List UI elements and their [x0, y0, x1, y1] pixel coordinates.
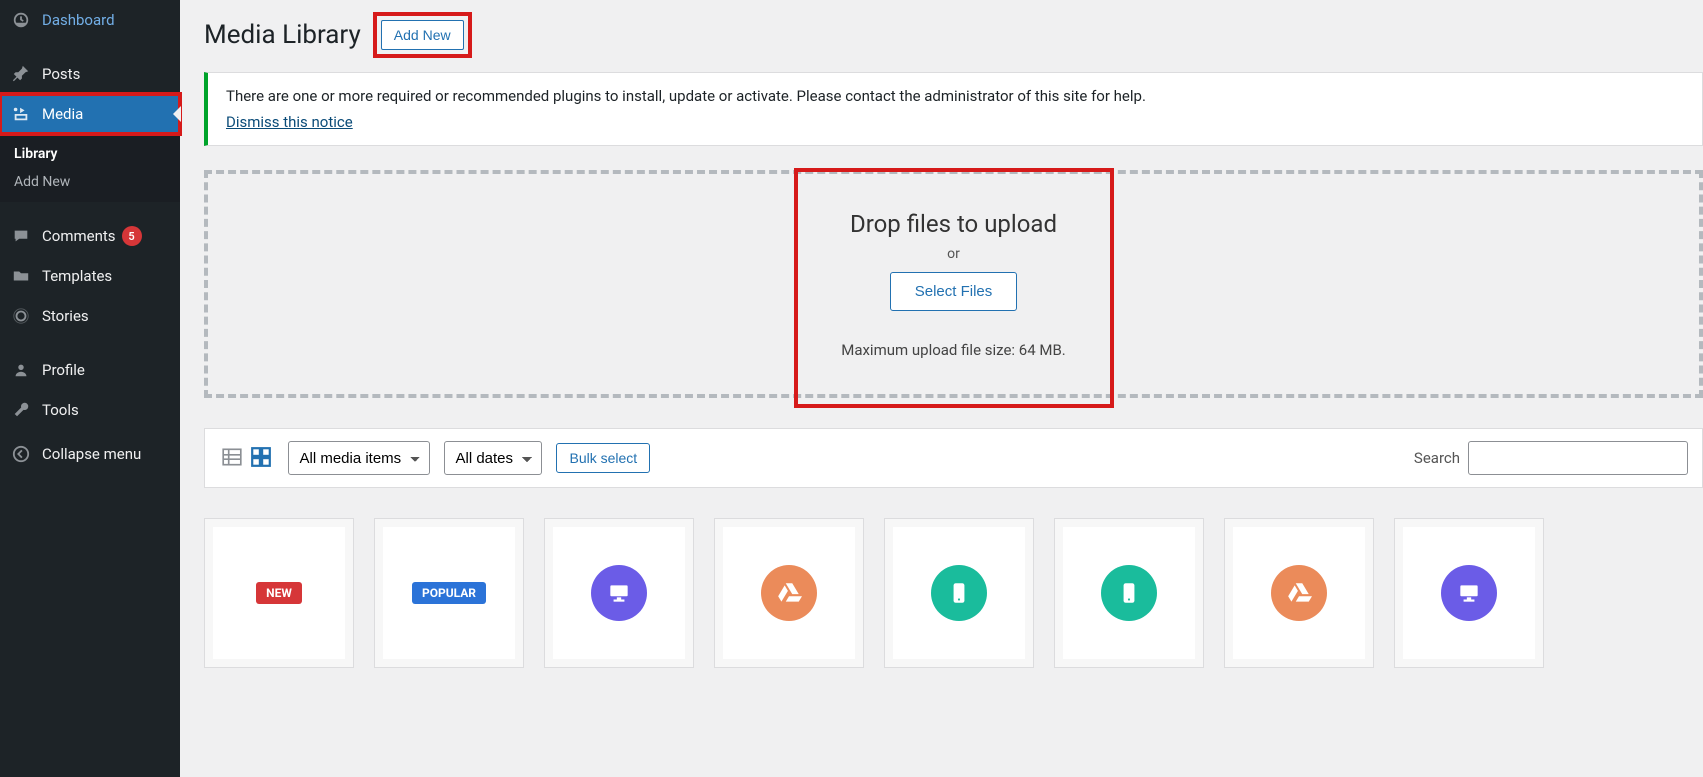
date-filter[interactable]: All dates [444, 441, 542, 475]
wrench-icon [10, 401, 32, 419]
sidebar-label: Media [42, 105, 83, 123]
search-label: Search [1414, 449, 1460, 467]
dismiss-notice-link[interactable]: Dismiss this notice [226, 113, 353, 131]
pin-icon [10, 65, 32, 83]
view-toggle [219, 444, 274, 472]
grid-view-button[interactable] [248, 444, 274, 470]
collapse-icon [10, 445, 32, 463]
upload-dropzone[interactable]: Drop files to upload or Select Files Max… [204, 170, 1703, 398]
sidebar-label: Collapse menu [42, 445, 141, 463]
media-thumb[interactable] [1054, 518, 1204, 668]
media-type-filter[interactable]: All media items [288, 441, 430, 475]
list-view-button[interactable] [219, 444, 245, 470]
desktop-icon [1441, 565, 1497, 621]
new-tag: NEW [256, 582, 302, 604]
notice-text: There are one or more required or recomm… [226, 87, 1684, 105]
select-files-button[interactable]: Select Files [890, 272, 1018, 311]
media-thumb[interactable] [884, 518, 1034, 668]
comment-icon [10, 227, 32, 245]
mobile-icon [1101, 565, 1157, 621]
sidebar-item-stories[interactable]: Stories [0, 296, 180, 336]
admin-sidebar: Dashboard Posts Media Library Add New Co… [0, 0, 180, 777]
sidebar-item-profile[interactable]: Profile [0, 350, 180, 390]
sidebar-item-comments[interactable]: Comments 5 [0, 216, 180, 256]
media-filter-bar: All media items All dates Bulk select Se… [204, 428, 1703, 488]
sidebar-submenu-media: Library Add New [0, 134, 180, 202]
add-new-highlight: Add New [373, 12, 472, 58]
sidebar-label: Dashboard [42, 11, 115, 29]
media-thumb[interactable] [714, 518, 864, 668]
dropzone-heading: Drop files to upload [841, 210, 1066, 238]
submenu-add-new[interactable]: Add New [0, 168, 180, 196]
comments-count-badge: 5 [122, 226, 142, 246]
media-thumb[interactable] [544, 518, 694, 668]
sidebar-label: Tools [42, 401, 79, 419]
sidebar-item-posts[interactable]: Posts [0, 54, 180, 94]
sidebar-label: Templates [42, 267, 112, 285]
sidebar-label: Posts [42, 65, 80, 83]
dropzone-max-size: Maximum upload file size: 64 MB. [841, 341, 1066, 359]
sidebar-collapse[interactable]: Collapse menu [0, 434, 180, 474]
admin-notice: There are one or more required or recomm… [204, 72, 1703, 146]
sidebar-item-templates[interactable]: Templates [0, 256, 180, 296]
user-icon [10, 361, 32, 379]
sidebar-label: Comments [42, 227, 116, 245]
mobile-icon [931, 565, 987, 621]
sidebar-label: Profile [42, 361, 85, 379]
sidebar-item-dashboard[interactable]: Dashboard [0, 0, 180, 40]
dropzone-or: or [841, 246, 1066, 262]
submenu-library[interactable]: Library [0, 140, 180, 168]
media-thumb[interactable] [1224, 518, 1374, 668]
media-grid: NEW POPULAR [204, 518, 1703, 668]
main-content: Media Library Add New There are one or m… [180, 0, 1703, 777]
media-thumb[interactable] [1394, 518, 1544, 668]
search-input[interactable] [1468, 441, 1688, 475]
stories-icon [10, 307, 32, 325]
add-new-button[interactable]: Add New [381, 20, 464, 50]
media-thumb[interactable]: NEW [204, 518, 354, 668]
dashboard-icon [10, 11, 32, 29]
page-header: Media Library Add New [204, 12, 1703, 58]
drive-icon [761, 565, 817, 621]
drive-icon [1271, 565, 1327, 621]
media-thumb[interactable]: POPULAR [374, 518, 524, 668]
sidebar-label: Stories [42, 307, 89, 325]
bulk-select-button[interactable]: Bulk select [556, 443, 650, 473]
folder-icon [10, 267, 32, 285]
popular-tag: POPULAR [412, 582, 486, 604]
sidebar-item-tools[interactable]: Tools [0, 390, 180, 430]
sidebar-item-media[interactable]: Media [0, 94, 180, 134]
media-icon [10, 105, 32, 123]
page-title: Media Library [204, 20, 361, 50]
desktop-icon [591, 565, 647, 621]
